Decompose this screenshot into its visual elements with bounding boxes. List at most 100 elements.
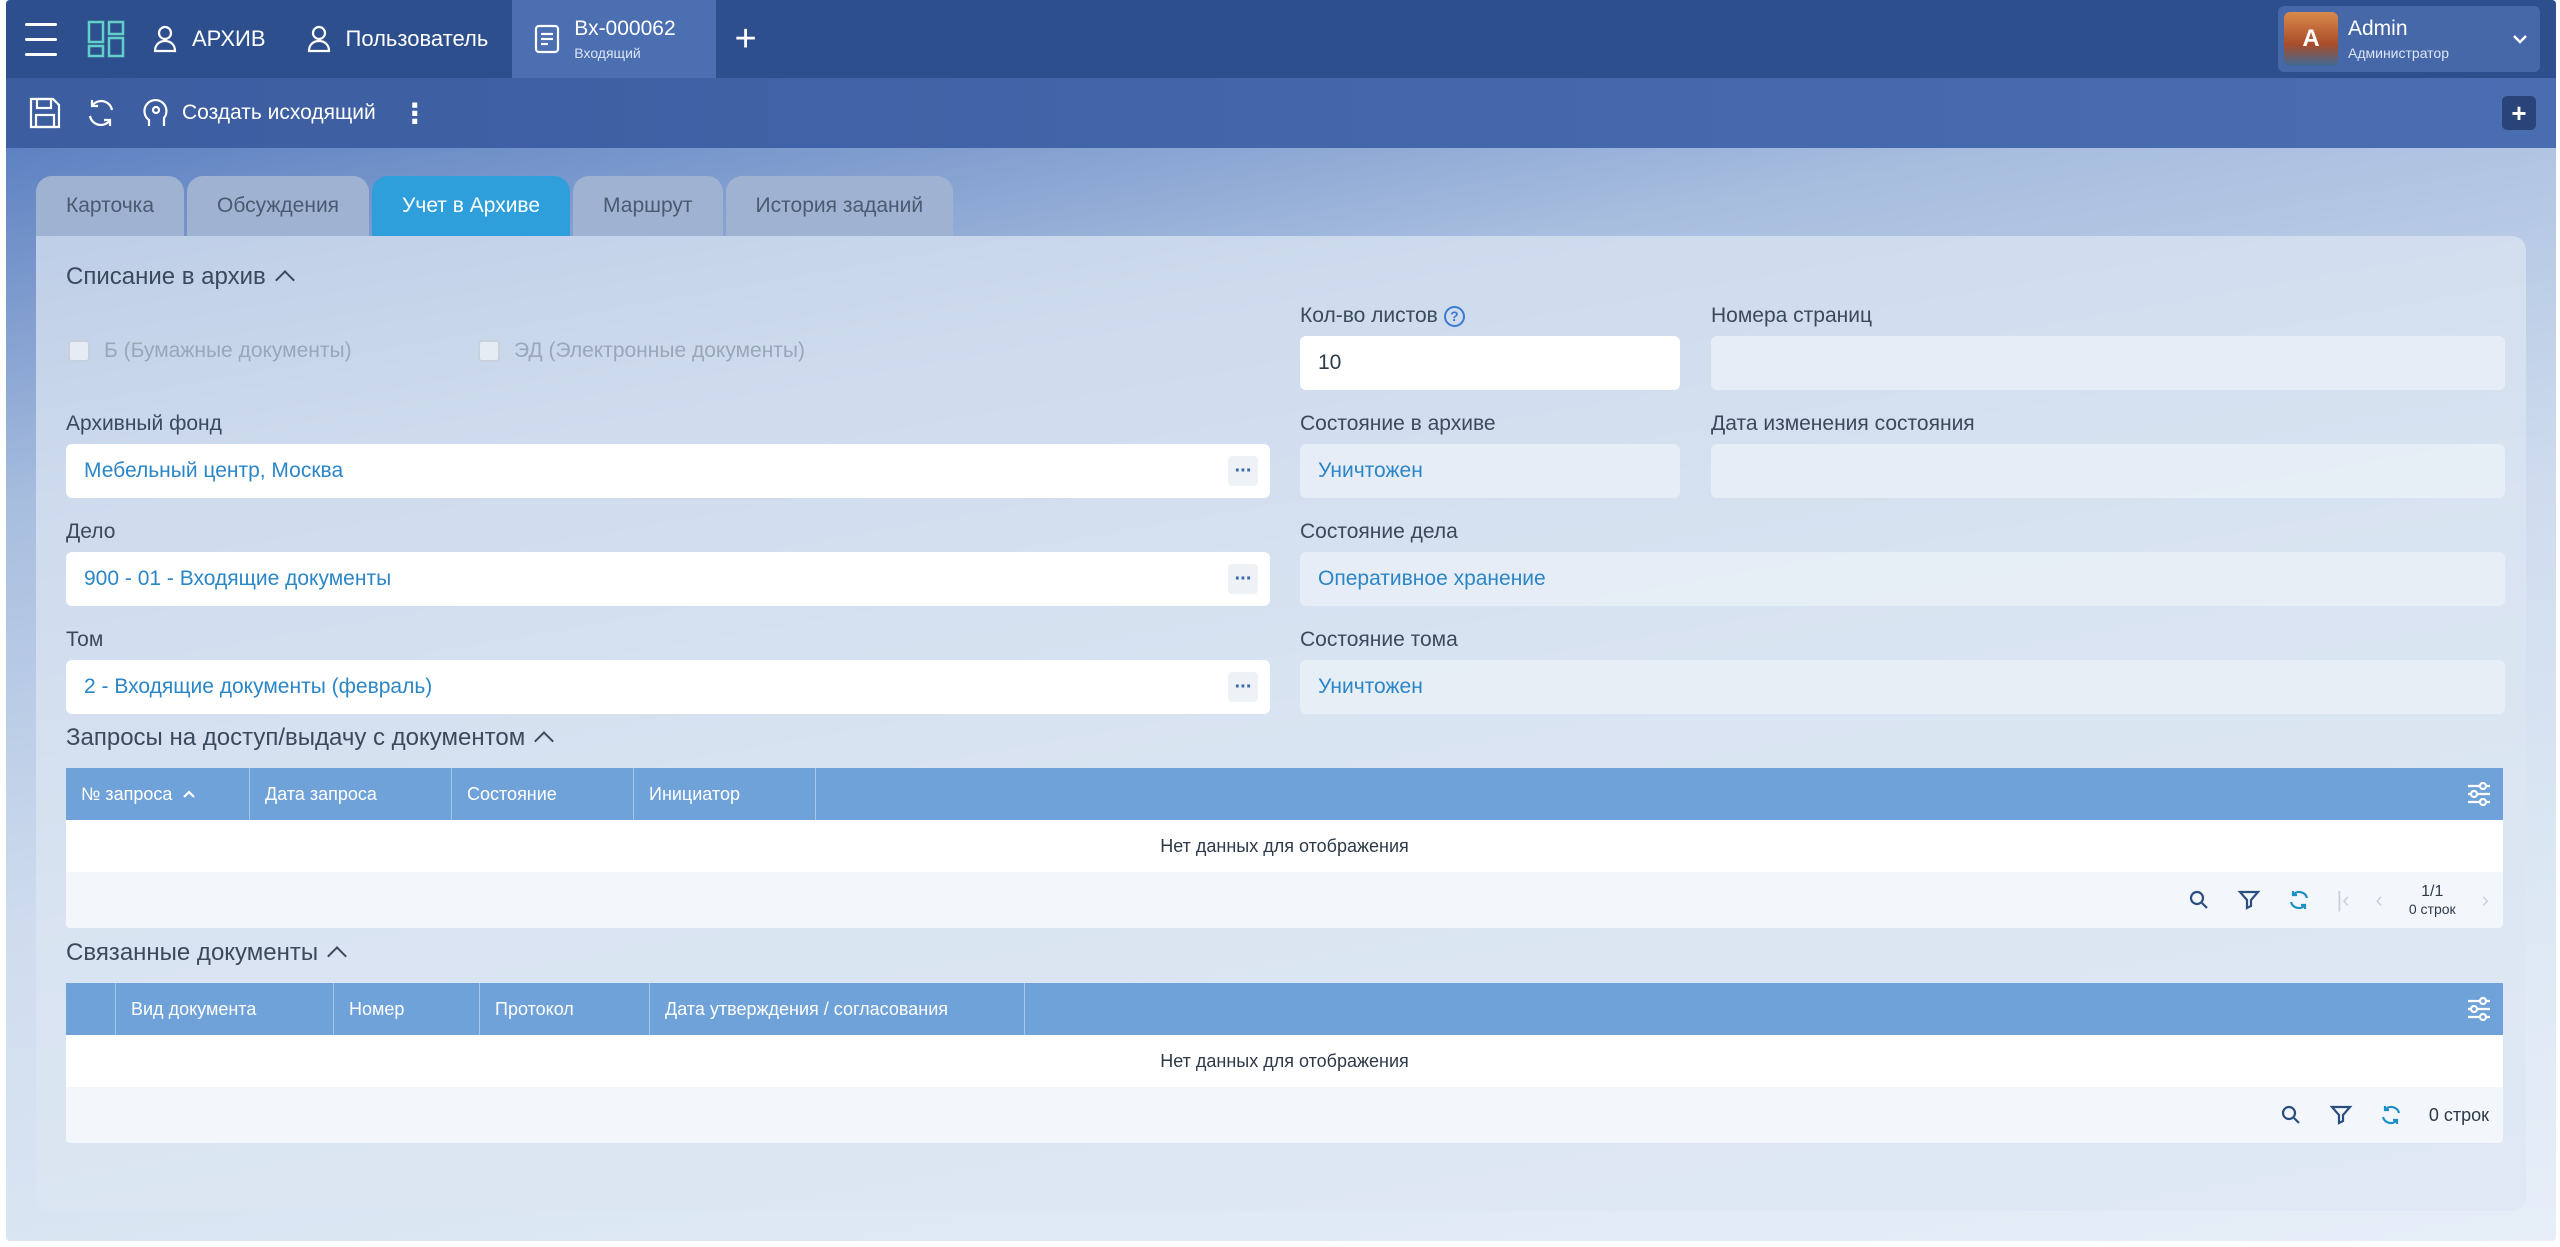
page-numbers-field[interactable] bbox=[1711, 336, 2505, 390]
state-change-date-field bbox=[1711, 444, 2505, 498]
toolbar: Создать исходящий ⋮ + bbox=[6, 78, 2556, 148]
user-icon bbox=[153, 25, 177, 53]
refresh-icon[interactable] bbox=[2287, 888, 2311, 912]
refresh-icon[interactable] bbox=[76, 88, 126, 138]
save-icon[interactable] bbox=[20, 88, 70, 138]
archive-fund-field[interactable]: Мебельный центр, Москва ··· bbox=[66, 444, 1270, 498]
nav-user[interactable]: Пользователь bbox=[290, 0, 513, 78]
archive-fund-value: Мебельный центр, Москва bbox=[84, 459, 344, 482]
search-icon[interactable] bbox=[2187, 888, 2211, 912]
column-settings-icon[interactable] bbox=[2465, 995, 2493, 1023]
pager: 1/1 0 строк bbox=[2409, 883, 2456, 917]
select-volume-button[interactable]: ··· bbox=[1228, 672, 1258, 702]
archive-section-header[interactable]: Списание в архив bbox=[66, 263, 295, 291]
add-tab-icon[interactable]: + bbox=[716, 0, 776, 78]
column-protocol[interactable]: Протокол bbox=[480, 983, 650, 1035]
requests-section-header[interactable]: Запросы на доступ/выдачу с документом bbox=[66, 724, 555, 752]
sheets-count-label: Кол-во листов? bbox=[1300, 304, 1465, 328]
electronic-docs-checkbox[interactable]: ЭД (Электронные документы) bbox=[478, 339, 805, 363]
search-icon[interactable] bbox=[2279, 1103, 2303, 1127]
archive-section-title: Списание в архив bbox=[66, 263, 266, 290]
create-outgoing-label: Создать исходящий bbox=[182, 101, 376, 124]
prev-page-icon[interactable]: ‹ bbox=[2376, 887, 2383, 913]
volume-field[interactable]: 2 - Входящие документы (февраль) ··· bbox=[66, 660, 1270, 714]
user-role: Администратор bbox=[2348, 45, 2450, 61]
archive-panel: Списание в архив Б (Бумажные документы) … bbox=[36, 236, 2526, 1211]
case-value: 900 - 01 - Входящие документы bbox=[84, 567, 392, 590]
case-field[interactable]: 900 - 01 - Входящие документы ··· bbox=[66, 552, 1270, 606]
nav-archive-label: АРХИВ bbox=[192, 26, 266, 51]
card-tabs: Карточка Обсуждения Учет в Архиве Маршру… bbox=[36, 176, 954, 236]
volume-state-label: Состояние тома bbox=[1300, 628, 1458, 651]
refresh-icon[interactable] bbox=[2379, 1103, 2403, 1127]
page-numbers-label: Номера страниц bbox=[1711, 304, 1872, 327]
more-options-icon[interactable]: ⋮ bbox=[390, 88, 440, 138]
case-state-field: Оперативное хранение bbox=[1300, 552, 2505, 606]
add-panel-button[interactable]: + bbox=[2502, 96, 2536, 130]
head-icon bbox=[143, 98, 168, 126]
collapse-icon bbox=[274, 270, 295, 290]
electronic-docs-label: ЭД (Электронные документы) bbox=[514, 339, 806, 362]
tab-discussions[interactable]: Обсуждения bbox=[187, 176, 370, 236]
case-label: Дело bbox=[66, 520, 116, 543]
chevron-down-icon bbox=[2513, 35, 2527, 44]
document-tab[interactable]: Вх-000062 Входящий bbox=[512, 0, 716, 78]
tab-task-history[interactable]: История заданий bbox=[725, 176, 954, 236]
user-icon bbox=[307, 25, 330, 53]
column-state[interactable]: Состояние bbox=[452, 768, 634, 820]
dashboard-icon[interactable] bbox=[76, 0, 136, 78]
rows-count: 0 строк bbox=[2428, 1104, 2489, 1125]
create-outgoing-button[interactable]: Создать исходящий bbox=[132, 88, 384, 138]
column-document-type[interactable]: Вид документа bbox=[116, 983, 334, 1035]
document-tab-subtitle: Входящий bbox=[574, 45, 641, 61]
archive-fund-label: Архивный фонд bbox=[66, 412, 222, 435]
nav-user-label: Пользователь bbox=[345, 26, 489, 51]
top-navigation: АРХИВ Пользователь Вх-000062 Входящий + … bbox=[6, 0, 2556, 78]
column-select[interactable] bbox=[66, 983, 116, 1035]
archive-state-label: Состояние в архиве bbox=[1300, 412, 1496, 435]
next-page-icon[interactable]: › bbox=[2482, 887, 2489, 913]
linked-grid-header: Вид документа Номер Протокол Дата утверж… bbox=[66, 983, 2503, 1035]
requests-section-title: Запросы на доступ/выдачу с документом bbox=[66, 724, 526, 751]
volume-label: Том bbox=[66, 628, 104, 651]
rows-count: 0 строк bbox=[2408, 901, 2456, 917]
archive-state-field: Уничтожен bbox=[1300, 444, 1680, 498]
volume-value: 2 - Входящие документы (февраль) bbox=[84, 675, 433, 698]
requests-grid-footer: |‹ ‹ 1/1 0 строк › bbox=[66, 872, 2503, 928]
avatar: A bbox=[2284, 12, 2338, 66]
paper-docs-label: Б (Бумажные документы) bbox=[104, 339, 352, 362]
requests-grid-header: № запроса Дата запроса Состояние Инициат… bbox=[66, 768, 2503, 820]
column-approval-date[interactable]: Дата утверждения / согласования bbox=[650, 983, 1025, 1035]
menu-icon[interactable] bbox=[6, 0, 76, 78]
requests-empty-message: Нет данных для отображения bbox=[66, 820, 2503, 872]
first-page-icon[interactable]: |‹ bbox=[2337, 887, 2350, 913]
state-change-date-label: Дата изменения состояния bbox=[1711, 412, 1975, 435]
sheets-count-input[interactable]: 10 bbox=[1300, 336, 1680, 390]
tab-route[interactable]: Маршрут bbox=[573, 176, 723, 236]
filter-icon[interactable] bbox=[2237, 888, 2261, 912]
column-request-number[interactable]: № запроса bbox=[66, 768, 250, 820]
linked-section-header[interactable]: Связанные документы bbox=[66, 939, 348, 967]
document-icon bbox=[535, 24, 560, 54]
help-icon[interactable]: ? bbox=[1443, 305, 1465, 327]
collapse-icon bbox=[327, 946, 348, 966]
column-settings-icon[interactable] bbox=[2465, 780, 2493, 808]
requests-grid: № запроса Дата запроса Состояние Инициат… bbox=[66, 768, 2503, 928]
column-number[interactable]: Номер bbox=[334, 983, 480, 1035]
select-fund-button[interactable]: ··· bbox=[1228, 456, 1258, 486]
app-window: АРХИВ Пользователь Вх-000062 Входящий + … bbox=[6, 0, 2556, 1241]
column-initiator[interactable]: Инициатор bbox=[634, 768, 816, 820]
sort-asc-icon bbox=[183, 790, 196, 798]
tab-card[interactable]: Карточка bbox=[36, 176, 184, 236]
user-name: Admin bbox=[2348, 17, 2408, 40]
paper-docs-checkbox[interactable]: Б (Бумажные документы) bbox=[68, 339, 352, 363]
column-request-date[interactable]: Дата запроса bbox=[250, 768, 452, 820]
user-menu[interactable]: A Admin Администратор bbox=[2278, 6, 2540, 72]
filter-icon[interactable] bbox=[2329, 1103, 2353, 1127]
select-case-button[interactable]: ··· bbox=[1228, 564, 1258, 594]
tab-archive-accounting[interactable]: Учет в Архиве bbox=[372, 176, 571, 236]
document-tab-title: Вх-000062 bbox=[574, 17, 676, 40]
linked-empty-message: Нет данных для отображения bbox=[66, 1035, 2503, 1087]
linked-grid-footer: 0 строк bbox=[66, 1087, 2503, 1143]
nav-archive[interactable]: АРХИВ bbox=[136, 0, 290, 78]
